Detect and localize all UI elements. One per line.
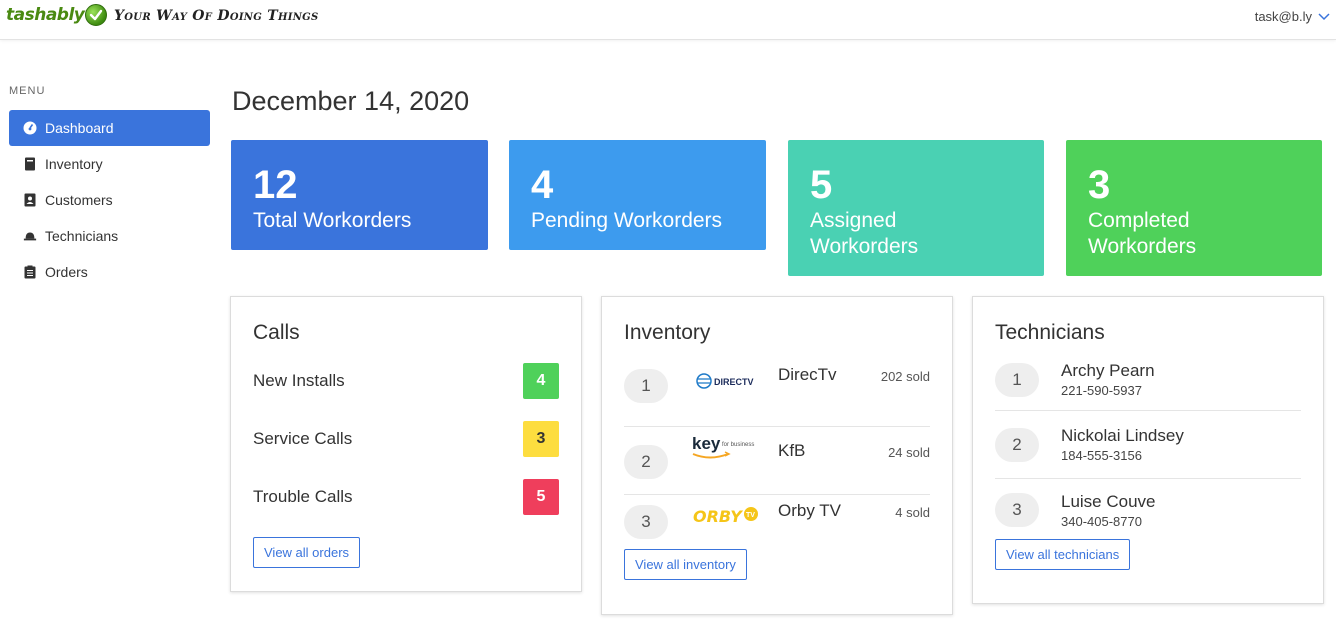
item-name: Orby TV [778, 501, 841, 520]
call-label: New Installs [253, 371, 345, 390]
orby-logo-subtext: TV [746, 512, 755, 519]
panel-title: Technicians [995, 321, 1105, 344]
orby-tv-logo: ORBY TV [686, 499, 766, 535]
stat-value: 3 [1088, 163, 1111, 207]
dashboard-icon [23, 121, 37, 135]
stat-value: 4 [531, 163, 554, 207]
stat-value: 5 [810, 163, 833, 207]
calls-panel: Calls New Installs 4 Service Calls 3 Tro… [230, 296, 582, 592]
technicians-panel: Technicians 1 Archy Pearn 221-590-5937 2… [972, 296, 1324, 604]
stat-label: Pending Workorders [531, 209, 723, 232]
contact-card-icon [23, 193, 37, 207]
stat-label: Assigned Workorders [810, 209, 919, 258]
tagline: Your Way Of Doing Things [114, 8, 319, 24]
book-icon [23, 157, 37, 171]
stat-value: 12 [253, 163, 298, 207]
rank-badge: 3 [624, 505, 668, 539]
list-item[interactable]: 3 ORBY TV Orby TV 4 sold [624, 495, 930, 549]
logo-text: tashably [6, 5, 85, 25]
count-badge: 4 [523, 363, 559, 399]
sold-count: 202 sold [880, 369, 930, 384]
list-item[interactable]: 2 Nickolai Lindsey 184-555-3156 [995, 411, 1301, 479]
sidebar-item-dashboard[interactable]: Dashboard [9, 110, 210, 146]
stat-card-completed[interactable]: 3 Completed Workorders [1066, 140, 1322, 276]
stat-label: Total Workorders [253, 209, 412, 232]
stat-card-pending[interactable]: 4 Pending Workorders [509, 140, 766, 250]
user-menu[interactable]: task@b.ly [1255, 9, 1330, 24]
top-bar: tashably Your Way Of Doing Things task@b… [0, 0, 1336, 40]
sidebar-item-label: Orders [45, 264, 88, 280]
call-label: Service Calls [253, 429, 353, 448]
technician-phone: 221-590-5937 [1061, 383, 1142, 398]
key-logo-subtext: for business [722, 442, 754, 448]
count-badge: 3 [523, 421, 559, 457]
sold-count: 24 sold [888, 445, 930, 460]
technician-name: Archy Pearn [1061, 361, 1155, 380]
stat-card-assigned[interactable]: 5 Assigned Workorders [788, 140, 1044, 276]
key-for-business-logo: key for business [686, 431, 766, 467]
sold-count: 4 sold [895, 505, 930, 520]
panel-title: Inventory [624, 321, 711, 344]
list-item[interactable]: 1 Archy Pearn 221-590-5937 [995, 359, 1301, 411]
sidebar-item-label: Customers [45, 192, 113, 208]
technician-phone: 340-405-8770 [1061, 513, 1142, 529]
rank-badge: 3 [995, 493, 1039, 527]
rank-badge: 2 [995, 427, 1039, 462]
inventory-panel: Inventory 1 DIRECTV DirecTv 202 sold 2 k… [601, 296, 953, 615]
call-row-service-calls[interactable]: Service Calls 3 [253, 421, 559, 457]
view-all-orders-button[interactable]: View all orders [253, 537, 361, 568]
app-logo[interactable]: tashably [6, 4, 108, 26]
view-all-inventory-button[interactable]: View all inventory [624, 549, 747, 580]
list-item[interactable]: 1 DIRECTV DirecTv 202 sold [624, 359, 930, 427]
rank-badge: 1 [995, 363, 1039, 397]
call-row-new-installs[interactable]: New Installs 4 [253, 363, 559, 399]
rank-badge: 2 [624, 445, 668, 479]
call-label: Trouble Calls [253, 487, 353, 506]
sidebar-item-label: Dashboard [45, 120, 114, 136]
technician-name: Nickolai Lindsey [1061, 426, 1184, 445]
page-title: December 14, 2020 [232, 86, 470, 116]
count-badge: 5 [523, 479, 559, 515]
menu-title: MENU [9, 85, 46, 97]
sidebar-item-label: Technicians [45, 228, 119, 244]
directv-logo-text: DIRECTV [714, 377, 754, 387]
sidebar-item-technicians[interactable]: Technicians [9, 218, 210, 254]
stat-label: Completed Workorders [1088, 209, 1197, 258]
key-logo-text: key [692, 434, 721, 453]
chevron-down-icon [1318, 9, 1330, 24]
panel-title: Calls [253, 321, 300, 344]
rank-badge: 1 [624, 369, 668, 403]
view-all-technicians-button[interactable]: View all technicians [995, 539, 1131, 570]
clipboard-icon [23, 265, 37, 279]
list-item[interactable]: 2 key for business KfB 24 sold [624, 427, 930, 495]
directv-logo: DIRECTV [686, 363, 766, 399]
item-name: KfB [778, 441, 806, 460]
sidebar-item-inventory[interactable]: Inventory [9, 146, 210, 182]
sidebar-item-orders[interactable]: Orders [9, 254, 210, 290]
user-email: task@b.ly [1254, 9, 1312, 24]
item-name: DirecTv [778, 365, 837, 384]
sidebar-nav: Dashboard Inventory Customers Technician… [9, 110, 210, 290]
checkmark-icon [85, 4, 108, 26]
technician-phone: 184-555-3156 [1061, 448, 1142, 463]
hard-hat-icon [23, 229, 37, 243]
stat-card-total[interactable]: 12 Total Workorders [231, 140, 488, 250]
sidebar-item-label: Inventory [45, 156, 103, 172]
list-item[interactable]: 3 Luise Couve 340-405-8770 [995, 479, 1301, 541]
sidebar-item-customers[interactable]: Customers [9, 182, 210, 218]
technician-name: Luise Couve [1061, 491, 1156, 511]
call-row-trouble-calls[interactable]: Trouble Calls 5 [253, 479, 559, 515]
orby-logo-text: ORBY [693, 507, 743, 526]
